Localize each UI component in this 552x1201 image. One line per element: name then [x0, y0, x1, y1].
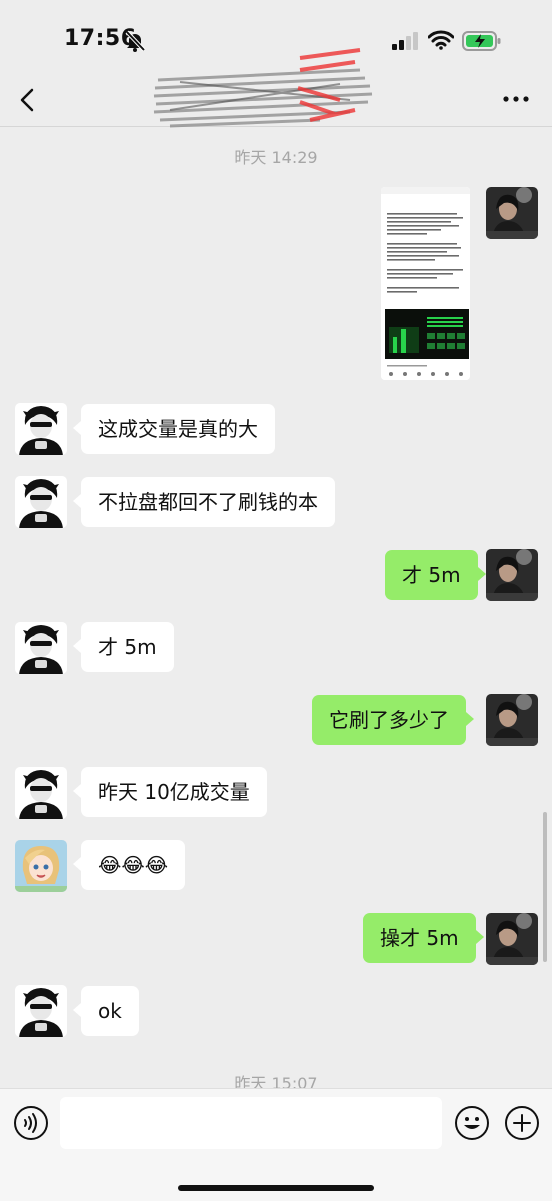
back-icon[interactable] — [16, 86, 40, 114]
message-bubble[interactable]: 它刷了多少了 — [312, 695, 474, 745]
home-indicator[interactable] — [178, 1185, 374, 1191]
input-bar — [0, 1088, 552, 1201]
scrollbar[interactable] — [543, 812, 547, 962]
battery-icon — [462, 31, 501, 51]
friend2-avatar[interactable] — [15, 840, 67, 892]
wifi-icon — [428, 30, 454, 50]
message-bubble[interactable]: 操才 5m — [363, 913, 484, 963]
message-input[interactable] — [60, 1097, 442, 1149]
my-avatar[interactable] — [486, 187, 538, 239]
message-bubble[interactable]: 昨天 10亿成交量 — [73, 767, 267, 817]
my-avatar[interactable] — [486, 549, 538, 601]
message-bubble[interactable]: 这成交量是真的大 — [73, 404, 275, 454]
friend-avatar[interactable] — [15, 403, 67, 455]
friend-avatar[interactable] — [15, 767, 67, 819]
emoji-icon[interactable] — [454, 1105, 490, 1141]
bell-slash-icon — [125, 30, 146, 52]
message-bubble[interactable]: 才 5m — [73, 622, 174, 672]
message-bubble[interactable]: 不拉盘都回不了刷钱的本 — [73, 477, 335, 527]
plus-icon[interactable] — [504, 1105, 540, 1141]
timestamp-divider: 昨天 14:29 — [234, 148, 318, 167]
message-bubble[interactable]: ok — [73, 986, 139, 1036]
voice-icon[interactable] — [13, 1105, 49, 1141]
my-avatar[interactable] — [486, 913, 538, 965]
redacted-title-scribble — [153, 48, 373, 128]
my-avatar[interactable] — [486, 694, 538, 746]
shared-screenshot-image[interactable] — [381, 187, 470, 380]
friend-avatar[interactable] — [15, 476, 67, 528]
friend-avatar[interactable] — [15, 622, 67, 674]
signal-icon — [392, 32, 418, 50]
message-bubble[interactable]: 才 5m — [385, 550, 486, 600]
friend-avatar[interactable] — [15, 985, 67, 1037]
more-icon[interactable] — [500, 92, 532, 106]
message-bubble[interactable]: 😂😂😂 — [72, 840, 186, 890]
